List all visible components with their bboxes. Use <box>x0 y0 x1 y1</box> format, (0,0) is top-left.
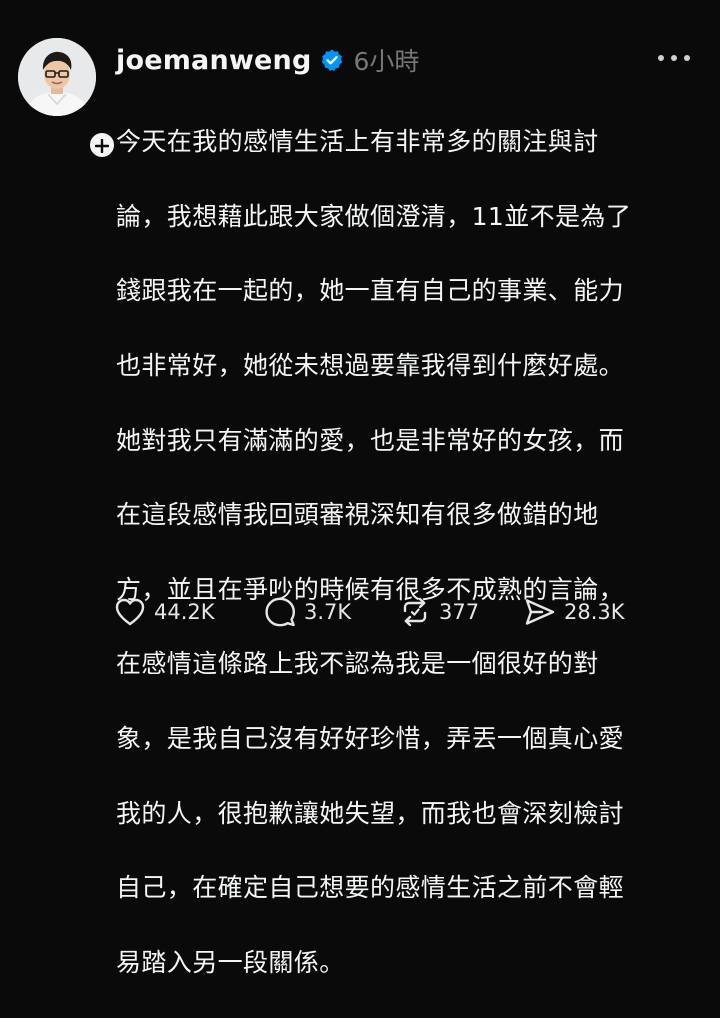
post-header: joemanweng 6小時 <box>116 40 419 80</box>
repost-icon <box>399 596 431 628</box>
post-timestamp: 6小時 <box>353 47 420 76</box>
avatar[interactable] <box>18 38 96 116</box>
verified-badge-icon <box>320 48 344 72</box>
post-line: 錢跟我在一起的，她一直有自己的事業、能力 <box>116 276 625 306</box>
more-options-icon[interactable] <box>658 46 690 70</box>
heart-icon <box>114 597 146 627</box>
avatar-container <box>18 38 117 160</box>
post-line: 今天在我的感情生活上有非常多的關注與討 <box>116 127 599 157</box>
username[interactable]: joemanweng <box>116 45 312 76</box>
post-line: 象，是我自己沒有好好珍惜，弄丟一個真心愛 <box>116 724 625 754</box>
like-count: 44.2K <box>154 600 215 624</box>
post-actions: 44.2K 3.7K 377 28.3K <box>114 594 644 630</box>
repost-count: 377 <box>439 600 480 624</box>
post-line: 在感情這條路上我不認為我是一個很好的對 <box>116 649 599 679</box>
post-line: 在這段感情我回頭審視深知有很多做錯的地 <box>116 500 599 530</box>
post-body: 今天在我的感情生活上有非常多的關注與討 論，我想藉此跟大家做個澄清，11並不是為… <box>116 86 696 1018</box>
post-line: 她對我只有滿滿的愛，也是非常好的女孩，而 <box>116 425 625 455</box>
more-dot <box>658 55 664 61</box>
share-count: 28.3K <box>564 600 625 624</box>
reply-button[interactable]: 3.7K <box>264 596 399 628</box>
post-line: 也非常好，她從未想過要靠我得到什麼好處。 <box>116 351 625 381</box>
post-line: 易踏入另一段關係。 <box>116 947 345 977</box>
repost-button[interactable]: 377 <box>399 596 524 628</box>
post-line: 自己，在確定自己想要的感情生活之前不會輕 <box>116 873 625 903</box>
more-dot <box>684 55 690 61</box>
thread-post: joemanweng 6小時 今天在我的感情生活上有非常多的關注與討 論，我想藉… <box>0 0 720 977</box>
post-line: 我的人，很抱歉讓她失望，而我也會深刻檢討 <box>116 798 625 828</box>
plus-icon <box>94 133 110 157</box>
send-icon <box>524 597 556 627</box>
comment-icon <box>264 596 296 628</box>
post-line: 論，我想藉此跟大家做個澄清，11並不是為了 <box>116 201 632 231</box>
like-button[interactable]: 44.2K <box>114 597 264 627</box>
follow-button[interactable] <box>87 130 117 160</box>
more-dot <box>671 55 677 61</box>
reply-count: 3.7K <box>304 600 352 624</box>
share-button[interactable]: 28.3K <box>524 597 644 627</box>
